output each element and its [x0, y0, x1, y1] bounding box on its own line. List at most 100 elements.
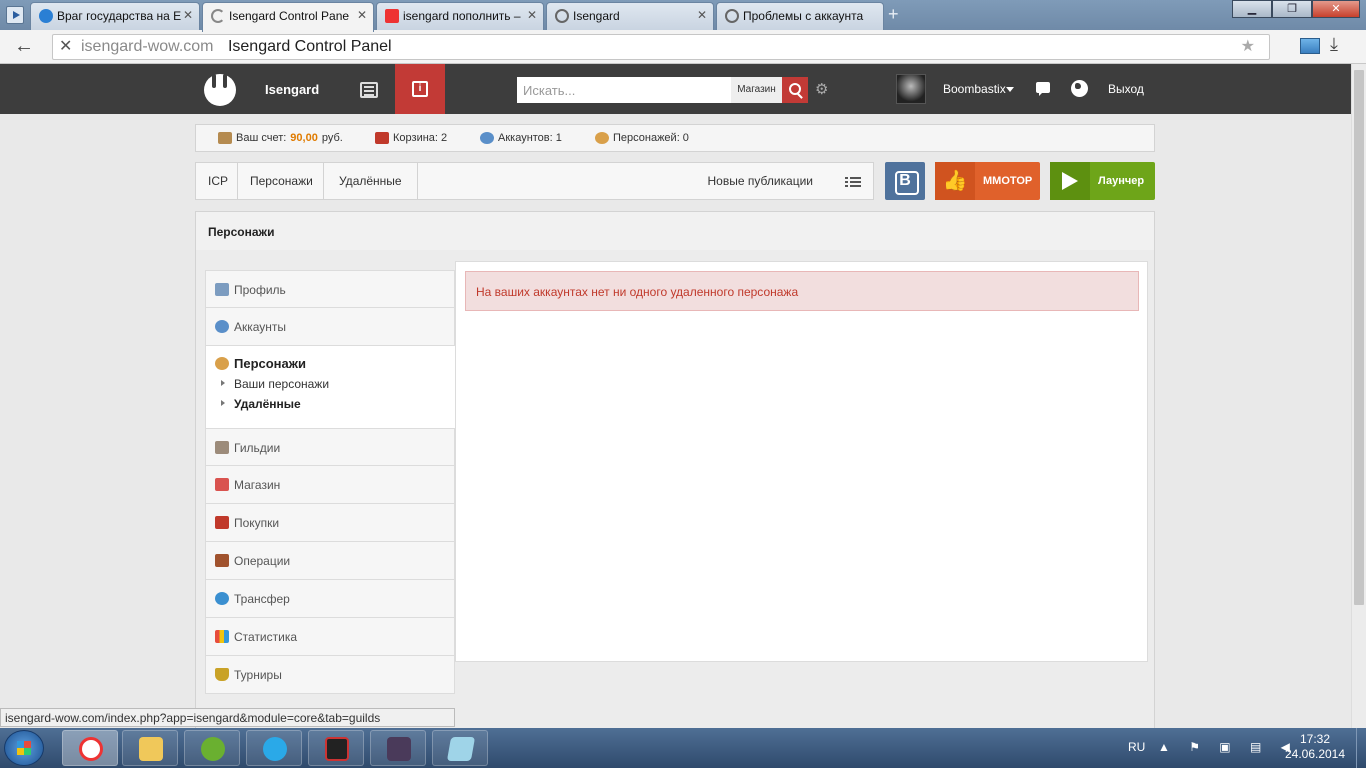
- upload-icon: [39, 9, 53, 23]
- sidebar-item-operations[interactable]: Операции: [205, 542, 455, 580]
- accounts-item[interactable]: Аккаунтов: 1: [480, 132, 562, 144]
- new-publications-link[interactable]: Новые публикации: [708, 174, 814, 188]
- trophy-icon: [215, 668, 229, 681]
- sidebar-item-profile[interactable]: Профиль: [205, 270, 455, 308]
- taskbar-yandex-browser[interactable]: [62, 730, 118, 766]
- browser-tab[interactable]: Враг государства на Е ✕: [30, 2, 200, 30]
- globe-icon[interactable]: [1071, 80, 1088, 97]
- info-button[interactable]: i: [395, 64, 445, 114]
- wow-icon: [387, 737, 411, 761]
- close-tab-icon[interactable]: ✕: [527, 8, 537, 22]
- bookmark-star-icon[interactable]: ★: [1241, 35, 1255, 59]
- taskbar-utorrent[interactable]: [184, 730, 240, 766]
- address-bar-row: ← ✕ isengard-wow.com Isengard Control Pa…: [0, 30, 1366, 64]
- characters-item[interactable]: Персонажей: 0: [595, 132, 689, 144]
- browser-tab[interactable]: Проблемы с аккаунта: [716, 2, 884, 30]
- browser-tab[interactable]: Isengard ✕: [546, 2, 714, 30]
- breadcrumb-separator: [406, 162, 418, 200]
- browser-tab[interactable]: isengard пополнить – ✕: [376, 2, 544, 30]
- game-launcher-icon: [325, 737, 349, 761]
- logout-link[interactable]: Выход: [1108, 82, 1144, 96]
- breadcrumb-item[interactable]: Удалённые: [339, 174, 402, 188]
- vk-button[interactable]: B: [885, 162, 925, 200]
- sidebar: Профиль Аккаунты Персонажи Ваши персонаж…: [205, 270, 455, 694]
- browser-tab-active[interactable]: Isengard Control Pane ✕: [202, 2, 374, 32]
- stop-loading-icon[interactable]: ✕: [59, 35, 72, 59]
- sidebar-subitem-your-characters[interactable]: Ваши персонажи: [221, 377, 455, 391]
- browser-menu-button[interactable]: [6, 6, 24, 24]
- sidebar-item-characters[interactable]: Персонажи Ваши персонажи Удалённые: [205, 346, 455, 428]
- statistics-icon: [215, 630, 229, 643]
- taskbar-explorer[interactable]: [122, 730, 178, 766]
- search-button[interactable]: [782, 77, 808, 103]
- url-domain: isengard-wow.com: [81, 38, 214, 55]
- list-icon[interactable]: [845, 177, 861, 187]
- browser-tabstrip: Враг государства на Е ✕ Isengard Control…: [0, 0, 1366, 32]
- alert-message: На ваших аккаунтах нет ни одного удаленн…: [465, 271, 1139, 311]
- taskbar-skype[interactable]: [246, 730, 302, 766]
- sidebar-item-purchases[interactable]: Покупки: [205, 504, 455, 542]
- cart-item[interactable]: Корзина: 2: [375, 132, 447, 144]
- sidebar-item-statistics[interactable]: Статистика: [205, 618, 455, 656]
- mmotop-button[interactable]: 👍 ММОТОР: [935, 162, 1040, 200]
- breadcrumb-item[interactable]: Персонажи: [250, 174, 313, 188]
- yandex-browser-icon: [79, 737, 103, 761]
- close-tab-icon[interactable]: ✕: [357, 8, 367, 22]
- taskbar-game-app[interactable]: [308, 730, 364, 766]
- avatar[interactable]: [896, 74, 926, 104]
- language-indicator[interactable]: RU: [1128, 740, 1145, 754]
- thumbs-up-icon: 👍: [935, 162, 975, 200]
- skype-icon: [263, 737, 287, 761]
- username-dropdown[interactable]: Boombastix: [943, 82, 1006, 96]
- gear-icon[interactable]: ⚙: [815, 80, 828, 98]
- sidebar-item-transfer[interactable]: Трансфер: [205, 580, 455, 618]
- system-clock[interactable]: 17:32 24.06.2014: [1280, 732, 1350, 762]
- sidebar-item-shop[interactable]: Магазин: [205, 466, 455, 504]
- show-desktop-button[interactable]: [1356, 728, 1366, 768]
- characters-icon: [215, 357, 229, 370]
- breadcrumb-separator: [312, 162, 324, 200]
- start-button[interactable]: [4, 730, 44, 766]
- breadcrumb-separator: [226, 162, 238, 200]
- download-icon[interactable]: ⤓: [1330, 34, 1338, 55]
- messages-icon[interactable]: [1036, 82, 1050, 96]
- breadcrumb-item[interactable]: ICP: [208, 174, 228, 188]
- menu-icon[interactable]: [360, 82, 378, 98]
- sidebar-item-accounts[interactable]: Аккаунты: [205, 308, 455, 346]
- utorrent-icon: [201, 737, 225, 761]
- system-tray-icons[interactable]: ▲ ⚑ ▣ ▤ ◀: [1158, 740, 1298, 754]
- image-extension-icon[interactable]: [1300, 38, 1320, 54]
- page-scrollbar[interactable]: [1351, 64, 1366, 728]
- close-window-button[interactable]: ✕: [1312, 0, 1360, 18]
- sidebar-subitem-deleted[interactable]: Удалённые: [221, 397, 455, 411]
- breadcrumb: ICP Персонажи Удалённые Новые публикации: [195, 162, 874, 200]
- search-scope-selector[interactable]: Магазин: [731, 77, 782, 103]
- url-field[interactable]: ✕ isengard-wow.com Isengard Control Pane…: [52, 34, 1270, 60]
- yandex-icon: [385, 9, 399, 23]
- window-controls: ▁ ❐ ✕: [1232, 0, 1360, 18]
- close-tab-icon[interactable]: ✕: [697, 8, 707, 22]
- new-tab-button[interactable]: +: [888, 4, 899, 25]
- scrollbar-thumb[interactable]: [1354, 70, 1364, 605]
- chevron-down-icon[interactable]: [1006, 87, 1014, 92]
- taskbar-notes[interactable]: [432, 730, 488, 766]
- profile-icon: [215, 283, 229, 296]
- search-input[interactable]: [517, 77, 731, 103]
- isengard-logo-icon[interactable]: [204, 74, 236, 106]
- sidebar-item-guilds[interactable]: Гильдии: [205, 428, 455, 466]
- maximize-button[interactable]: ❐: [1272, 0, 1312, 18]
- url-page-title: Isengard Control Panel: [227, 38, 392, 55]
- taskbar-wow[interactable]: [370, 730, 426, 766]
- balance-item[interactable]: Ваш счет: 90,00 руб.: [218, 132, 343, 144]
- launcher-button[interactable]: Лаунчер: [1050, 162, 1155, 200]
- back-button[interactable]: ←: [14, 36, 34, 56]
- folder-icon: [139, 737, 163, 761]
- sidebar-item-tournaments[interactable]: Турниры: [205, 656, 455, 694]
- site-name-link[interactable]: Isengard: [265, 82, 319, 97]
- shop-icon: [215, 478, 229, 491]
- user-icon: [480, 132, 494, 144]
- balance-value: 90,00: [290, 132, 318, 144]
- transfer-icon: [215, 592, 229, 605]
- close-tab-icon[interactable]: ✕: [183, 8, 193, 22]
- minimize-button[interactable]: ▁: [1232, 0, 1272, 18]
